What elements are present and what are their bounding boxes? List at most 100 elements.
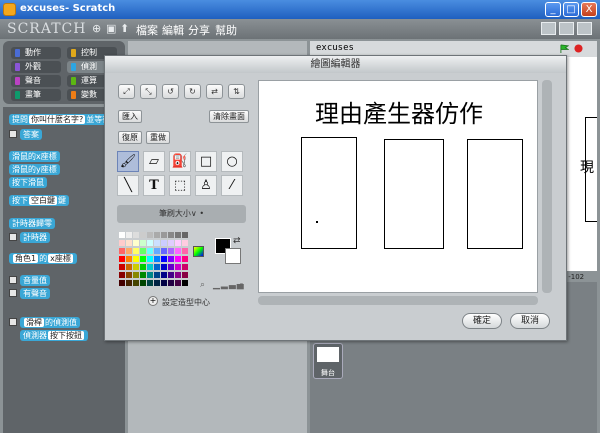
- normal-stage-icon[interactable]: [559, 22, 574, 35]
- color-swatch[interactable]: [119, 256, 125, 262]
- color-swatch[interactable]: [147, 280, 153, 286]
- shrink-icon[interactable]: ⤡: [140, 84, 157, 99]
- color-swatch[interactable]: [126, 248, 132, 254]
- gradient-icon[interactable]: [193, 246, 204, 257]
- close-button[interactable]: X: [581, 2, 597, 17]
- color-swatch[interactable]: [182, 272, 188, 278]
- color-swatch[interactable]: [154, 272, 160, 278]
- sprite-attribute-block[interactable]: 角色1 的 x座標: [9, 253, 77, 264]
- category-pen[interactable]: 畫筆: [11, 89, 61, 101]
- sensor-value-block[interactable]: 滑桿 的偵測值: [20, 317, 80, 328]
- color-swatch[interactable]: [154, 248, 160, 254]
- clear-button[interactable]: 清除畫面: [209, 110, 249, 123]
- slider-dropdown[interactable]: 滑桿: [24, 318, 44, 327]
- attribute-dropdown[interactable]: x座標: [48, 254, 73, 263]
- color-swatch[interactable]: [182, 240, 188, 246]
- color-swatch[interactable]: [175, 256, 181, 262]
- color-swatch[interactable]: [154, 232, 160, 238]
- color-swatch[interactable]: [175, 232, 181, 238]
- timer-checkbox[interactable]: [9, 233, 17, 241]
- globe-icon[interactable]: ⊕: [92, 23, 103, 34]
- eraser-tool-icon[interactable]: ▱: [143, 151, 165, 172]
- color-swatch[interactable]: [147, 272, 153, 278]
- color-swatch[interactable]: [161, 256, 167, 262]
- color-swatch[interactable]: [154, 264, 160, 270]
- expand-icon[interactable]: ⤢: [118, 84, 135, 99]
- canvas-vertical-scrollbar[interactable]: [542, 80, 552, 293]
- color-swatch[interactable]: [168, 240, 174, 246]
- color-swatch[interactable]: [119, 232, 125, 238]
- color-swatch[interactable]: [175, 240, 181, 246]
- color-swatch[interactable]: [147, 264, 153, 270]
- color-swatch[interactable]: [147, 256, 153, 262]
- import-button[interactable]: 匯入: [118, 110, 142, 123]
- fill-tool-icon[interactable]: ⛽: [169, 151, 191, 172]
- loudness-block[interactable]: 音量值: [20, 275, 50, 286]
- color-swatch[interactable]: [161, 248, 167, 254]
- zoom-in-icon[interactable]: ⌕: [239, 280, 244, 290]
- color-swatch[interactable]: [182, 248, 188, 254]
- button-dropdown[interactable]: 按下按鈕: [48, 331, 84, 340]
- zoom-out-icon[interactable]: ⌕: [200, 280, 205, 290]
- color-swatch[interactable]: [126, 256, 132, 262]
- small-stage-icon[interactable]: [541, 22, 556, 35]
- color-swatch[interactable]: [154, 240, 160, 246]
- color-swatch[interactable]: [133, 240, 139, 246]
- ask-block[interactable]: 提問 你叫什麼名字? 並等待: [9, 114, 114, 125]
- color-swatch[interactable]: [168, 256, 174, 262]
- rectangle-tool-icon[interactable]: □: [195, 151, 217, 172]
- undo-button[interactable]: 復原: [118, 131, 142, 144]
- cancel-button[interactable]: 取消: [510, 313, 550, 329]
- color-swatch[interactable]: [133, 264, 139, 270]
- slider-checkbox[interactable]: [9, 318, 17, 326]
- ask-input[interactable]: 你叫什麼名字?: [29, 115, 86, 124]
- color-swatch[interactable]: [154, 256, 160, 262]
- color-swatch[interactable]: [119, 240, 125, 246]
- color-swatch[interactable]: [126, 272, 132, 278]
- green-flag-icon[interactable]: [560, 44, 569, 53]
- color-swatch[interactable]: [168, 272, 174, 278]
- answer-checkbox[interactable]: [9, 130, 17, 138]
- color-swatch[interactable]: [168, 264, 174, 270]
- color-swatch[interactable]: [140, 272, 146, 278]
- color-swatch[interactable]: [168, 232, 174, 238]
- color-swatch[interactable]: [119, 264, 125, 270]
- color-swatch[interactable]: [133, 232, 139, 238]
- answer-block[interactable]: 答案: [20, 129, 42, 140]
- color-swatch[interactable]: [133, 280, 139, 286]
- brush-size-selector[interactable]: 筆刷大小∨ •: [117, 205, 246, 223]
- key-pressed-block[interactable]: 按下 空白鍵鍵: [9, 195, 69, 206]
- reset-timer-block[interactable]: 計時器歸零: [9, 218, 55, 229]
- color-swatch[interactable]: [175, 248, 181, 254]
- color-swatch[interactable]: [154, 280, 160, 286]
- color-swatch[interactable]: [161, 232, 167, 238]
- paint-canvas[interactable]: 理由產生器仿作: [258, 80, 538, 293]
- mouse-y-block[interactable]: 滑鼠的y座標: [9, 164, 60, 175]
- color-swatch[interactable]: [140, 280, 146, 286]
- color-swatch[interactable]: [147, 240, 153, 246]
- background-color[interactable]: [225, 248, 241, 264]
- brush-tool-icon[interactable]: 🖌: [117, 151, 139, 172]
- color-swatch[interactable]: [126, 264, 132, 270]
- menu-share[interactable]: 分享: [188, 22, 210, 38]
- category-sound[interactable]: 聲音: [11, 75, 61, 87]
- color-swatch[interactable]: [140, 256, 146, 262]
- color-swatch[interactable]: [126, 232, 132, 238]
- timer-block[interactable]: 計時器: [20, 232, 50, 243]
- minimize-button[interactable]: _: [545, 2, 561, 17]
- key-dropdown[interactable]: 空白鍵: [29, 196, 57, 205]
- maximize-button[interactable]: □: [563, 2, 579, 17]
- color-swatch[interactable]: [126, 280, 132, 286]
- line-tool-icon[interactable]: ╲: [117, 175, 139, 196]
- color-swatch[interactable]: [140, 232, 146, 238]
- loudness-checkbox[interactable]: [9, 276, 17, 284]
- color-swatch[interactable]: [182, 232, 188, 238]
- select-tool-icon[interactable]: ⬚: [169, 175, 191, 196]
- set-center-label[interactable]: 設定造型中心: [162, 297, 210, 308]
- stamp-tool-icon[interactable]: ♙: [195, 175, 217, 196]
- color-swatch[interactable]: [168, 280, 174, 286]
- flip-v-icon[interactable]: ⇅: [228, 84, 245, 99]
- loud-block[interactable]: 有聲音: [20, 288, 50, 299]
- save-icon[interactable]: ▣: [106, 23, 117, 34]
- color-swatch[interactable]: [119, 272, 125, 278]
